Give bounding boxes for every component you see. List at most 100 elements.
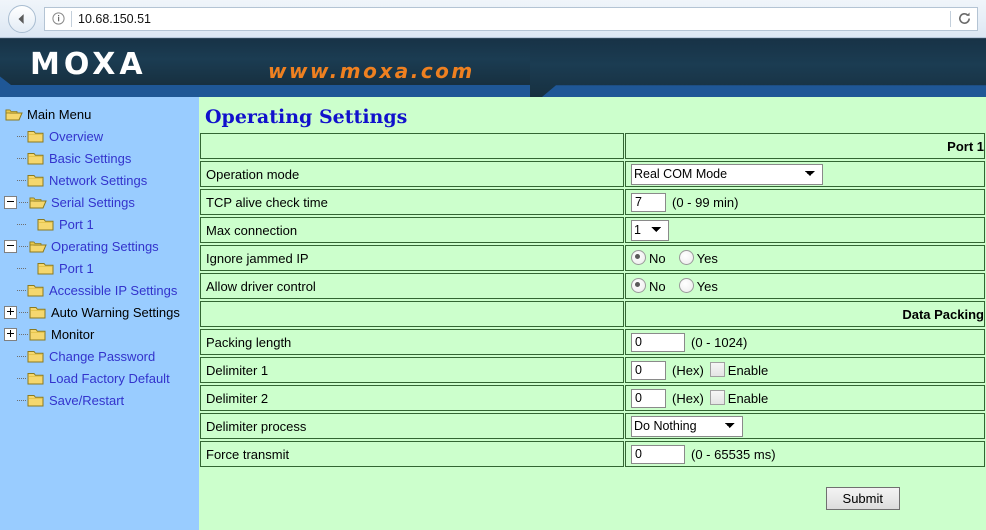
delimiter-2-enable-checkbox[interactable]	[709, 390, 725, 405]
operating-settings-table: Port 1 Operation mode Real COM ModeTCP S…	[199, 131, 986, 469]
delimiter-2-hint: (Hex)	[672, 390, 704, 406]
folder-icon	[27, 371, 45, 386]
table-row-delimiter-2: Delimiter 2 (Hex) Enable	[200, 385, 985, 411]
sidebar-item-serial-settings[interactable]: Serial Settings	[4, 191, 199, 213]
url-bar[interactable]: 10.68.150.51	[44, 6, 978, 31]
delimiter-process-cell: Do NothingDelimiter + 1Delimiter + 2Stri…	[625, 413, 985, 439]
tcp-alive-check-time-hint: (0 - 99 min)	[672, 194, 739, 210]
sidebar-item-port-1[interactable]: Port 1	[4, 213, 199, 235]
table-row-port-section: Port 1	[200, 133, 985, 159]
ignore-jammed-ip-cell: No Yes	[625, 245, 985, 271]
delimiter-1-enable-checkbox[interactable]	[709, 362, 725, 377]
tree-connector	[17, 218, 26, 230]
delimiter-1-input[interactable]	[631, 360, 666, 380]
tree-connector	[17, 350, 26, 362]
browser-toolbar: 10.68.150.51	[0, 0, 986, 38]
tree-connector	[17, 394, 26, 406]
sidebar-item-monitor[interactable]: Monitor	[4, 323, 199, 345]
submit-area: Submit	[199, 469, 986, 510]
sidebar-item-change-password[interactable]: Change Password	[4, 345, 199, 367]
force-transmit-input[interactable]	[631, 444, 685, 464]
ignore-jammed-ip-radio-yes[interactable]	[678, 250, 694, 265]
table-row-packing-length: Packing length (0 - 1024)	[200, 329, 985, 355]
sidebar-item-label: Main Menu	[27, 106, 92, 122]
delimiter-2-label: Delimiter 2	[200, 385, 624, 411]
allow-driver-control-radio-yes[interactable]	[678, 278, 694, 293]
sidebar-item-label: Auto Warning Settings	[51, 304, 180, 320]
tree-connector	[19, 328, 28, 340]
tree-collapse-toggle[interactable]	[4, 239, 17, 253]
operation-mode-cell: Real COM ModeTCP Server ModeTCP Client M…	[625, 161, 985, 187]
submit-button[interactable]: Submit	[825, 487, 900, 510]
folder-icon	[37, 217, 55, 232]
sidebar-items-list: Overview Basic Settings Network Settings Se…	[4, 125, 199, 411]
folder-icon	[37, 261, 55, 276]
spacer-cell-2	[200, 301, 624, 327]
sidebar-item-network-settings[interactable]: Network Settings	[4, 169, 199, 191]
back-arrow-icon[interactable]	[8, 4, 36, 33]
tree-connector	[17, 152, 26, 164]
delimiter-2-cell: (Hex) Enable	[625, 385, 985, 411]
sidebar-item-operating-settings[interactable]: Operating Settings	[4, 235, 199, 257]
moxa-banner: MOXA www.moxa.com	[0, 38, 986, 97]
moxa-website-text: www.moxa.com	[268, 59, 475, 83]
tcp-alive-check-time-input[interactable]	[631, 192, 666, 212]
sidebar-item-label: Change Password	[49, 348, 156, 364]
sidebar-item-label: Serial Settings	[51, 194, 135, 210]
sidebar-item-label: Port 1	[59, 216, 94, 232]
table-row-operation-mode: Operation mode Real COM ModeTCP Server M…	[200, 161, 985, 187]
open-folder-icon	[5, 107, 23, 122]
allow-driver-control-cell: No Yes	[625, 273, 985, 299]
sidebar-item-label: Load Factory Default	[49, 370, 170, 386]
tree-connector	[19, 196, 28, 208]
folder-icon	[27, 393, 45, 408]
sidebar-item-label: Overview	[49, 128, 104, 144]
table-row-max-connection: Max connection 12345678	[200, 217, 985, 243]
sidebar-item-load-factory-default[interactable]: Load Factory Default	[4, 367, 199, 389]
table-row-force-transmit: Force transmit (0 - 65535 ms)	[200, 441, 985, 467]
folder-icon	[27, 173, 45, 188]
force-transmit-cell: (0 - 65535 ms)	[625, 441, 985, 467]
delimiter-process-select[interactable]: Do NothingDelimiter + 1Delimiter + 2Stri…	[631, 415, 743, 437]
sidebar-item-overview[interactable]: Overview	[4, 125, 199, 147]
sidebar-item-basic-settings[interactable]: Basic Settings	[4, 147, 199, 169]
table-row-data-packing-section: Data Packing	[200, 301, 985, 327]
operation-mode-select[interactable]: Real COM ModeTCP Server ModeTCP Client M…	[631, 163, 823, 185]
ignore-jammed-ip-label: Ignore jammed IP	[200, 245, 624, 271]
table-row-ignore-jammed-ip: Ignore jammed IP No Yes	[200, 245, 985, 271]
info-icon[interactable]	[47, 8, 69, 30]
sidebar-item-label: Accessible IP Settings	[49, 282, 178, 298]
sidebar-item-label: Port 1	[59, 260, 94, 276]
tree-collapse-toggle[interactable]	[4, 195, 17, 209]
folder-icon	[27, 349, 45, 364]
port-section-header: Port 1	[625, 133, 985, 159]
allow-driver-control-radio-no[interactable]	[631, 278, 646, 293]
delimiter-1-cell: (Hex) Enable	[625, 357, 985, 383]
sidebar-item-main-menu[interactable]: Main Menu	[4, 103, 199, 125]
sidebar-item-port-1[interactable]: Port 1	[4, 257, 199, 279]
packing-length-input[interactable]	[631, 332, 685, 352]
allow-driver-control-yes-label: Yes	[696, 279, 718, 294]
sidebar-item-accessible-ip-settings[interactable]: Accessible IP Settings	[4, 279, 199, 301]
tree-connector	[17, 130, 26, 142]
banner-navy-right-shape	[530, 38, 986, 97]
packing-length-cell: (0 - 1024)	[625, 329, 985, 355]
sidebar-navigation-tree: Main Menu Overview Basic Settings Network …	[0, 97, 199, 530]
delimiter-2-input[interactable]	[631, 388, 666, 408]
max-connection-select[interactable]: 12345678	[631, 219, 669, 241]
ignore-jammed-ip-radio-no[interactable]	[631, 250, 646, 265]
sidebar-item-save-restart[interactable]: Save/Restart	[4, 389, 199, 411]
operation-mode-label: Operation mode	[200, 161, 624, 187]
allow-driver-control-no-label: No	[649, 279, 666, 294]
tree-expand-toggle[interactable]	[4, 327, 17, 341]
page-title: Operating Settings	[205, 106, 408, 128]
tcp-alive-check-time-label: TCP alive check time	[200, 189, 624, 215]
tree-connector	[19, 240, 28, 252]
force-transmit-hint: (0 - 65535 ms)	[691, 446, 776, 462]
tree-expand-toggle[interactable]	[4, 305, 17, 319]
sidebar-item-auto-warning-settings[interactable]: Auto Warning Settings	[4, 301, 199, 323]
reload-icon[interactable]	[951, 8, 977, 30]
ignore-jammed-ip-yes-label: Yes	[696, 251, 718, 266]
url-text[interactable]: 10.68.150.51	[78, 12, 950, 26]
tree-connector	[17, 174, 26, 186]
